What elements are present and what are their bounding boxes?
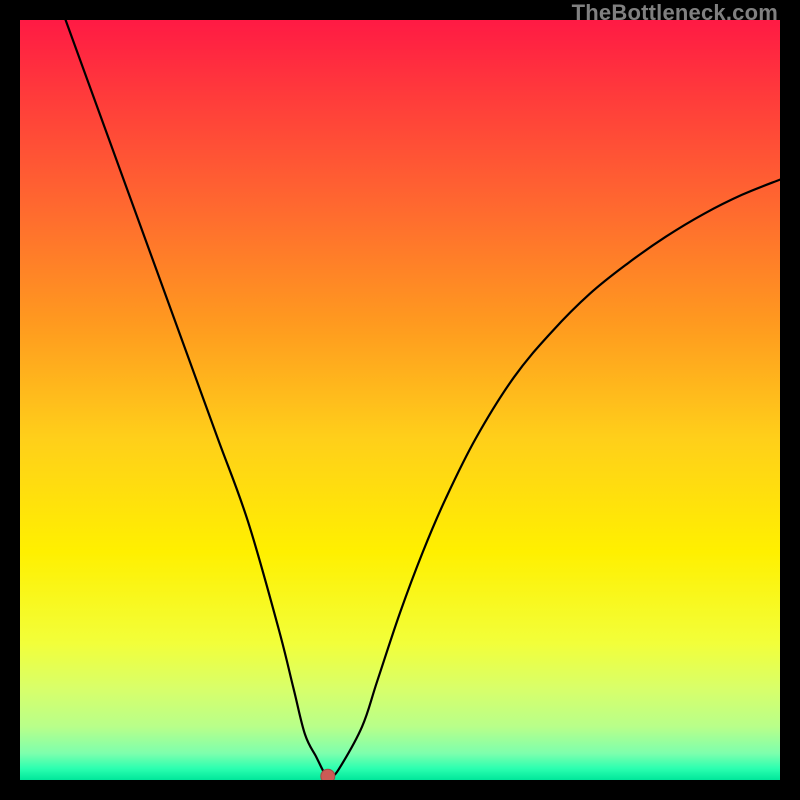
optimal-point-marker — [321, 769, 335, 780]
watermark-text: TheBottleneck.com — [572, 0, 778, 26]
chart-frame — [20, 20, 780, 780]
chart-background — [20, 20, 780, 780]
chart-stage: TheBottleneck.com — [0, 0, 800, 800]
chart-plot — [20, 20, 780, 780]
